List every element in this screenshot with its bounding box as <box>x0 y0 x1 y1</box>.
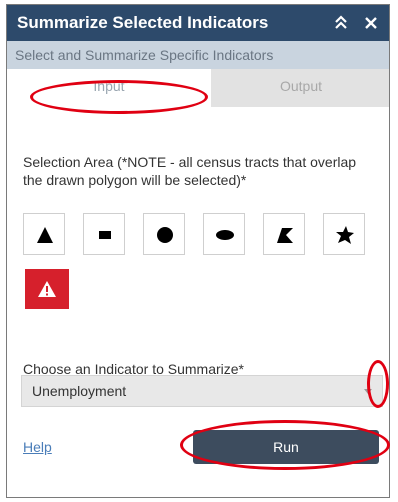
ellipse-icon <box>216 230 234 240</box>
draw-freehand-button[interactable] <box>323 213 365 255</box>
widget-titlebar: Summarize Selected Indicators <box>7 5 389 41</box>
triangle-icon <box>37 227 53 243</box>
warning-icon <box>38 281 56 297</box>
help-link[interactable]: Help <box>23 439 52 455</box>
tab-output[interactable]: Output <box>211 69 389 107</box>
draw-circle-button[interactable] <box>143 213 185 255</box>
draw-line-button[interactable] <box>83 213 125 255</box>
polygon-icon <box>277 228 293 243</box>
clear-graphics-button[interactable] <box>25 269 69 309</box>
annotation-circle-run-button <box>180 420 390 470</box>
draw-ellipse-button[interactable] <box>203 213 245 255</box>
indicator-selected-value: Unemployment <box>32 383 127 399</box>
draw-point-button[interactable] <box>23 213 65 255</box>
close-icon[interactable] <box>363 14 379 32</box>
draw-polygon-button[interactable] <box>263 213 305 255</box>
rectangle-icon <box>99 231 111 239</box>
freehand-star-icon <box>336 226 354 244</box>
selection-area-label: Selection Area (*NOTE - all census tract… <box>23 154 357 188</box>
annotation-circle-dropdown <box>367 360 389 408</box>
indicator-select[interactable]: Unemployment <box>21 375 383 407</box>
widget-title: Summarize Selected Indicators <box>17 13 269 32</box>
widget-subtitle: Select and Summarize Specific Indicators <box>7 41 389 69</box>
circle-icon <box>157 227 173 243</box>
collapse-icon[interactable] <box>333 14 349 32</box>
annotation-circle-input-tab <box>30 80 208 114</box>
